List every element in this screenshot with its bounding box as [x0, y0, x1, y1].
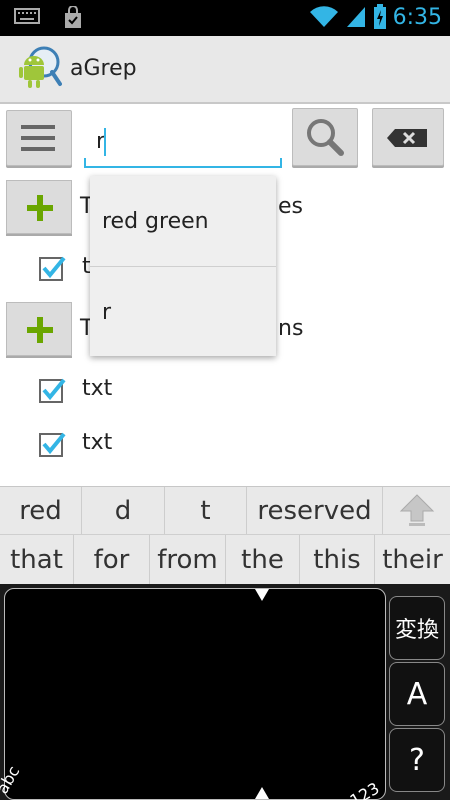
suggestion-word[interactable]: from [150, 535, 226, 584]
battery-icon [373, 4, 386, 29]
suggestion-bar-primary: red d t reserved [0, 486, 450, 534]
menu-lines-icon [21, 125, 55, 151]
expand-group-button[interactable] [6, 180, 72, 234]
suggestion-bar-secondary: that for from the this their [0, 534, 450, 584]
backspace-clear-icon [387, 129, 427, 147]
list-item[interactable]: txt [82, 376, 112, 401]
app-title: aGrep [70, 56, 137, 81]
suggestion-word[interactable]: for [74, 535, 150, 584]
alphabet-key[interactable]: A [389, 662, 445, 726]
group-label-end: ns [278, 316, 304, 341]
text-cursor [104, 128, 106, 156]
convert-key[interactable]: 変換 [389, 596, 445, 660]
checkbox-checked-icon[interactable] [38, 430, 66, 458]
suggestion-word[interactable]: that [0, 535, 74, 584]
pad-top-marker [255, 589, 269, 601]
wifi-icon [309, 6, 338, 28]
pad-bottom-marker [255, 787, 269, 799]
autocomplete-dropdown: red green r [90, 176, 276, 356]
symbol-key[interactable]: ? [389, 728, 445, 792]
expand-group-button[interactable] [6, 302, 72, 356]
menu-button[interactable] [6, 110, 72, 166]
plus-icon [27, 317, 53, 343]
agrep-android-icon[interactable] [16, 46, 62, 92]
clock: 6:35 [392, 4, 442, 30]
corner-label-left: abc [0, 762, 24, 797]
suggestion-word[interactable]: d [82, 487, 165, 534]
action-bar: aGrep [0, 36, 450, 104]
suggestion-word[interactable]: this [300, 535, 375, 584]
list-item[interactable]: txt [82, 430, 112, 455]
keyboard-icon [14, 8, 40, 24]
handwriting-pad[interactable]: abc 123 [0, 588, 386, 800]
bag-icon [65, 6, 81, 28]
suggestion-word[interactable]: the [226, 535, 300, 584]
autocomplete-item[interactable]: r [90, 267, 276, 357]
signal-icon [346, 7, 365, 27]
clear-button[interactable] [372, 108, 444, 166]
search-button[interactable] [292, 108, 358, 166]
up-arrow-icon [399, 493, 434, 526]
suggestion-word[interactable]: red [0, 487, 82, 534]
corner-label-right: 123 [347, 778, 383, 800]
suggestion-word[interactable]: reserved [247, 487, 383, 534]
expand-suggestions-button[interactable] [383, 487, 450, 534]
autocomplete-item[interactable]: red green [90, 176, 276, 266]
status-bar: 6:35 [0, 0, 450, 36]
search-input[interactable] [96, 124, 276, 158]
search-field[interactable] [84, 116, 282, 168]
magnifier-icon [307, 119, 344, 156]
suggestion-word[interactable]: t [165, 487, 247, 534]
plus-icon [27, 195, 53, 221]
checkbox-checked-icon[interactable] [38, 376, 66, 404]
suggestion-word[interactable]: their [375, 535, 450, 584]
checkbox-checked-icon[interactable] [38, 254, 66, 282]
group-label-end: es [278, 194, 303, 219]
